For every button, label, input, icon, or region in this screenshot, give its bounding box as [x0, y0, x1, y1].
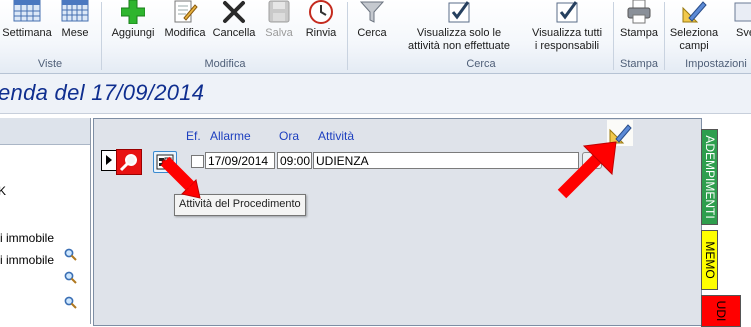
checkbox-check-icon [446, 0, 472, 24]
time-field[interactable]: 09:00 [277, 152, 312, 169]
aggiungi-button[interactable]: Aggiungi [107, 0, 159, 55]
left-panel: K i immobile i immobile [0, 118, 91, 324]
group-stampa: Stampa [620, 58, 658, 70]
annotation-arrow-icon [160, 156, 201, 199]
rinvia-label: Rinvia [305, 27, 337, 39]
stampa-button[interactable]: Stampa [616, 0, 662, 55]
cancella-button[interactable]: Cancella [210, 0, 258, 55]
tab-adempimenti-label: ADEMPIMENTI [702, 135, 717, 219]
tab-adempimenti[interactable]: ADEMPIMENTI [701, 129, 718, 225]
search-icon[interactable] [64, 271, 77, 284]
search-icon[interactable] [64, 248, 77, 261]
ribbon-separator [664, 2, 665, 70]
checkbox-check-icon [554, 0, 580, 24]
annotation-arrow-icon [557, 141, 617, 199]
right-tabs-strip [721, 118, 751, 324]
delete-x-icon [222, 0, 246, 24]
ruler-pencil-icon [681, 0, 707, 24]
group-modifica: Modifica [204, 58, 246, 70]
filter-funnel-icon [360, 0, 384, 24]
edit-document-icon [172, 0, 198, 24]
ribbon: Settimana Mese Viste Aggiungi Modifica C… [0, 0, 751, 74]
week-calendar-icon [13, 0, 41, 22]
group-impostazioni: Impostazioni [685, 58, 747, 70]
zoom-icon [119, 154, 137, 172]
page-title: enda del 17/09/2014 [0, 80, 205, 105]
tab-memo-label: MEMO [702, 241, 717, 279]
salva-label: Salva [265, 27, 293, 39]
clock-icon [308, 0, 334, 24]
title-bar: enda del 17/09/2014 [0, 74, 751, 114]
seleziona-campi-button[interactable]: Seleziona campi [668, 0, 720, 55]
cerca-button[interactable]: Cerca [352, 0, 392, 55]
modifica-button[interactable]: Modifica [161, 0, 209, 55]
cerca-label: Cerca [357, 27, 387, 39]
settimana-button[interactable]: Settimana [0, 0, 54, 55]
rinvia-button[interactable]: Rinvia [301, 0, 341, 55]
column-header-ora[interactable]: Ora [279, 129, 299, 143]
salva-button[interactable]: Salva [259, 0, 299, 55]
tutti-responsabili-button[interactable]: Visualizza tutti i responsabili [524, 0, 610, 55]
tab-udi[interactable]: UDI [701, 295, 741, 327]
list-item[interactable]: K [0, 184, 6, 198]
column-header-allarme[interactable]: Allarme [210, 129, 251, 143]
seleziona-campi-label: Seleziona campi [669, 27, 719, 52]
group-cerca: Cerca [466, 58, 496, 70]
group-viste: Viste [37, 58, 63, 70]
aggiungi-label: Aggiungi [111, 27, 155, 39]
column-header-ef[interactable]: Ef. [186, 129, 201, 143]
ribbon-separator [101, 2, 102, 70]
tab-udi-label: UDI [714, 300, 728, 322]
month-calendar-icon [61, 0, 89, 22]
row-selector[interactable] [101, 150, 117, 171]
sve-button[interactable]: Sve [724, 0, 751, 55]
tab-memo[interactable]: MEMO [701, 230, 718, 290]
sve-label: Sve [736, 27, 751, 39]
open-detail-button[interactable] [116, 149, 142, 175]
list-item[interactable]: i immobile [0, 231, 54, 245]
left-panel-header [0, 118, 90, 145]
search-icon[interactable] [64, 296, 77, 309]
solo-non-effettuate-label: Visualizza solo le attività non effettua… [408, 27, 510, 52]
solo-non-effettuate-button[interactable]: Visualizza solo le attività non effettua… [398, 0, 520, 55]
generic-icon [733, 0, 751, 24]
stampa-label: Stampa [620, 27, 658, 39]
activity-field[interactable]: UDIENZA [313, 152, 579, 169]
save-disk-icon [267, 0, 291, 24]
cancella-label: Cancella [212, 27, 256, 39]
mese-button[interactable]: Mese [56, 0, 94, 55]
modifica-label: Modifica [164, 27, 206, 39]
column-header-attivita[interactable]: Attività [318, 129, 354, 143]
plus-icon [121, 0, 145, 24]
printer-icon [626, 0, 652, 24]
tutti-responsabili-label: Visualizza tutti i responsabili [531, 27, 603, 52]
ribbon-separator [347, 2, 348, 70]
settimana-label: Settimana [2, 27, 52, 39]
list-item[interactable]: i immobile [0, 253, 54, 267]
mese-label: Mese [61, 27, 89, 39]
